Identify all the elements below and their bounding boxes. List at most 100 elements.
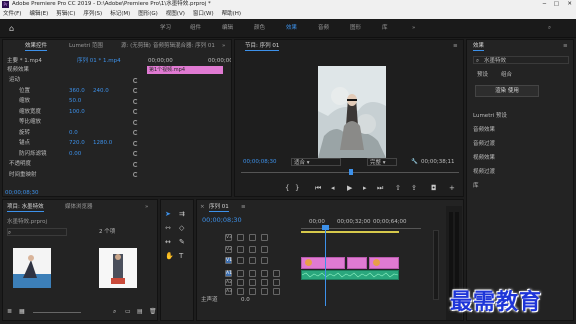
menu-view[interactable]: 视图(V)	[166, 11, 185, 17]
ec-row[interactable]: 运动	[9, 76, 20, 84]
ec-value-1[interactable]: 50.0	[69, 97, 81, 105]
audio-track-label[interactable]: A2	[225, 279, 232, 286]
sync-icon[interactable]	[249, 245, 256, 253]
timeline-vertical-scrollbar[interactable]	[433, 230, 439, 300]
video-track-label[interactable]: V3	[225, 234, 232, 241]
lock-icon[interactable]	[237, 270, 244, 277]
wrench-icon[interactable]: 🔧	[411, 158, 418, 166]
media-thumbnail-1[interactable]	[13, 248, 51, 288]
ec-row[interactable]: 等比缩放	[19, 118, 41, 126]
timeline-title[interactable]: 序列 01	[209, 202, 229, 212]
sync-icon[interactable]	[249, 257, 256, 264]
selection-tool-icon[interactable]: ➤	[165, 210, 171, 218]
track-select-tool-icon[interactable]: ⇉	[179, 210, 185, 218]
mute-icon[interactable]	[249, 279, 256, 286]
step-back-icon[interactable]: ◂	[331, 184, 335, 192]
ec-row[interactable]: 旋转	[19, 129, 30, 137]
ec-row[interactable]: 不透明度	[9, 160, 31, 168]
workspace-color[interactable]: 颜色	[254, 19, 265, 38]
new-bin-icon[interactable]: ▭	[125, 308, 131, 315]
ec-clip-bar[interactable]: 第1个视频.mp4	[147, 66, 223, 74]
tab-source[interactable]: 源: (无剪辑)	[121, 41, 151, 51]
eye-icon[interactable]	[261, 245, 268, 253]
workspace-audio[interactable]: 音频	[318, 19, 329, 38]
workspace-assembly[interactable]: 组件	[190, 19, 201, 38]
play-icon[interactable]: ▶	[347, 184, 352, 192]
reset-icon[interactable]	[133, 161, 138, 167]
project-more-icon[interactable]: »	[145, 202, 148, 212]
menu-marker[interactable]: 标记(M)	[110, 11, 130, 17]
menu-edit[interactable]: 编辑(E)	[29, 11, 48, 17]
workspace-libraries[interactable]: 库	[382, 19, 388, 38]
lock-icon[interactable]	[237, 245, 244, 253]
workspace-graphics[interactable]: 图形	[350, 19, 361, 38]
reset-icon[interactable]	[133, 109, 138, 114]
maximize-icon[interactable]: □	[554, 0, 559, 9]
program-menu-icon[interactable]: ≡	[453, 41, 458, 51]
lock-icon[interactable]	[237, 257, 244, 264]
go-to-in-icon[interactable]: ⏮	[315, 184, 321, 193]
reset-icon[interactable]	[133, 88, 138, 93]
step-forward-icon[interactable]: ▸	[363, 184, 367, 192]
mic-icon[interactable]	[273, 270, 280, 277]
add-button-icon[interactable]: +	[449, 184, 455, 192]
ec-row[interactable]: 防闪烁滤镜	[19, 150, 47, 158]
ec-value-2[interactable]: 240.0	[93, 87, 109, 95]
search-icon[interactable]: ⌕	[548, 19, 551, 38]
slip-tool-icon[interactable]: ↔	[165, 238, 171, 246]
workspace-effects[interactable]: 效果	[286, 19, 297, 38]
clear-icon[interactable]: 🗑	[149, 308, 157, 315]
audio-track-label[interactable]: A3	[225, 288, 232, 295]
ec-row[interactable]: 时间重映射	[9, 171, 37, 179]
effects-section-video-transitions[interactable]: 视频过渡	[473, 168, 495, 176]
mark-in-icon[interactable]: {	[285, 184, 289, 192]
ec-row[interactable]: 缩放	[19, 97, 30, 105]
menu-file[interactable]: 文件(F)	[3, 11, 21, 17]
effects-section-audio-effects[interactable]: 音频效果	[473, 126, 495, 134]
solo-icon[interactable]	[261, 288, 268, 295]
pen-tool-icon[interactable]: ✎	[179, 238, 185, 246]
timeline-timecode[interactable]: 00;00;08;30	[202, 216, 242, 224]
tab-project[interactable]: 项目: 水墨特效	[7, 202, 44, 212]
timeline-playhead[interactable]	[325, 226, 326, 306]
menu-sequence[interactable]: 序列(S)	[83, 11, 102, 17]
tab-lumetri-scopes[interactable]: Lumetri 范围	[69, 41, 103, 51]
type-tool-icon[interactable]: T	[179, 252, 183, 260]
playhead-handle[interactable]	[322, 225, 329, 230]
reset-icon[interactable]	[133, 98, 138, 104]
audio-clip-a1[interactable]	[301, 270, 399, 280]
tab-presets[interactable]: 预设	[477, 71, 488, 79]
reset-icon[interactable]	[133, 140, 138, 146]
thumbnail-size-slider[interactable]	[33, 312, 81, 313]
audio-track-label[interactable]: A1	[225, 270, 232, 277]
media-thumbnail-2[interactable]	[99, 248, 137, 288]
ec-row[interactable]: 缩放宽度	[19, 108, 41, 116]
ec-value-1[interactable]: 100.0	[69, 108, 85, 116]
lock-icon[interactable]	[237, 279, 244, 286]
tab-effect-controls[interactable]: 效果控件	[25, 41, 48, 51]
ec-value-1[interactable]: 360.0	[69, 87, 85, 95]
video-clip-2[interactable]	[347, 257, 367, 269]
tab-media-browser[interactable]: 媒体浏览器	[65, 202, 93, 212]
program-timecode[interactable]: 00;00;08;30	[243, 158, 277, 166]
timeline-menu-icon[interactable]: ≡	[241, 202, 246, 212]
mic-icon[interactable]	[273, 288, 280, 295]
reset-icon[interactable]	[133, 130, 138, 135]
export-frame-icon[interactable]: ◘	[431, 184, 437, 192]
ec-row[interactable]: 锚点	[19, 139, 30, 147]
project-search-input[interactable]: ⌕	[7, 228, 67, 236]
reset-icon[interactable]	[133, 77, 138, 83]
effects-section-libraries[interactable]: 库	[473, 182, 479, 190]
reset-icon[interactable]	[133, 119, 138, 125]
tab-audio-clip-mixer[interactable]: 音频剪辑混合器: 序列 01	[153, 41, 215, 51]
mark-out-icon[interactable]: }	[295, 184, 299, 192]
zoom-select[interactable]: 适合 ▾	[291, 158, 341, 166]
effects-section-lumetri[interactable]: Lumetri 预设	[473, 112, 507, 120]
menu-help[interactable]: 帮助(H)	[222, 11, 241, 17]
mute-icon[interactable]	[249, 288, 256, 295]
menu-graphics[interactable]: 图形(G)	[138, 11, 158, 17]
sequence-clip-label[interactable]: 序列 01 * 1.mp4	[77, 57, 139, 65]
ec-value-1[interactable]: 720.0	[69, 139, 85, 147]
close-icon[interactable]: ✕	[567, 0, 572, 9]
more-workspaces-icon[interactable]: »	[412, 19, 415, 38]
